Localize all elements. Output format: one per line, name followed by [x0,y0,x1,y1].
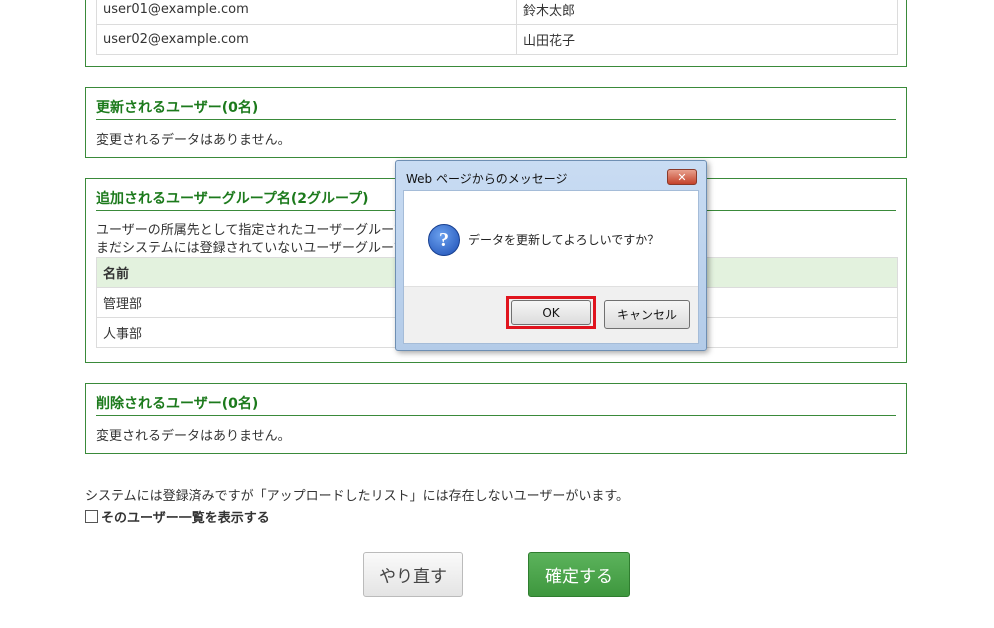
updated-users-section: 更新されるユーザー(0名) 変更されるデータはありません。 [85,87,907,158]
updated-users-message: 変更されるデータはありません。 [96,133,291,148]
users-table: user01@example.com 鈴木太郎 user02@example.c… [96,0,898,55]
user-email: user02@example.com [96,24,517,55]
deleted-users-message: 変更されるデータはありません。 [96,429,291,444]
user-name: 鈴木太郎 [516,0,898,25]
show-users-toggle[interactable]: そのユーザー一覧を表示する [85,507,270,526]
retry-button[interactable]: やり直す [363,552,463,597]
confirm-dialog: Web ページからのメッセージ ✕ ? データを更新してよろしいですか？ OK … [395,160,707,351]
confirm-button[interactable]: 確定する [528,552,630,597]
user-name: 山田花子 [516,24,898,55]
missing-users-note: システムには登録済みですが「アップロードしたリスト」には存在しないユーザーがいま… [85,489,630,504]
dialog-title: Web ページからのメッセージ [406,172,568,186]
deleted-users-title: 削除されるユーザー(0名) [96,395,896,416]
users-section: user01@example.com 鈴木太郎 user02@example.c… [85,0,907,67]
deleted-users-section: 削除されるユーザー(0名) 変更されるデータはありません。 [85,383,907,454]
dialog-button-bar: OK キャンセル [404,286,698,343]
added-groups-desc-2: まだシステムには登録されていないユーザーグループです。 [96,241,444,256]
user-email: user01@example.com [96,0,517,25]
show-users-label: そのユーザー一覧を表示する [101,511,270,526]
table-row: user01@example.com 鈴木太郎 [96,0,898,25]
dialog-message: データを更新してよろしいですか？ [468,233,660,247]
updated-users-title: 更新されるユーザー(0名) [96,99,896,120]
close-icon[interactable]: ✕ [667,169,697,185]
show-users-checkbox[interactable] [85,510,98,523]
question-icon: ? [428,224,460,256]
ok-button[interactable]: OK [511,300,591,325]
cancel-button[interactable]: キャンセル [604,300,690,329]
dialog-body: ? データを更新してよろしいですか？ OK キャンセル [403,190,699,344]
table-row: user02@example.com 山田花子 [96,24,898,55]
